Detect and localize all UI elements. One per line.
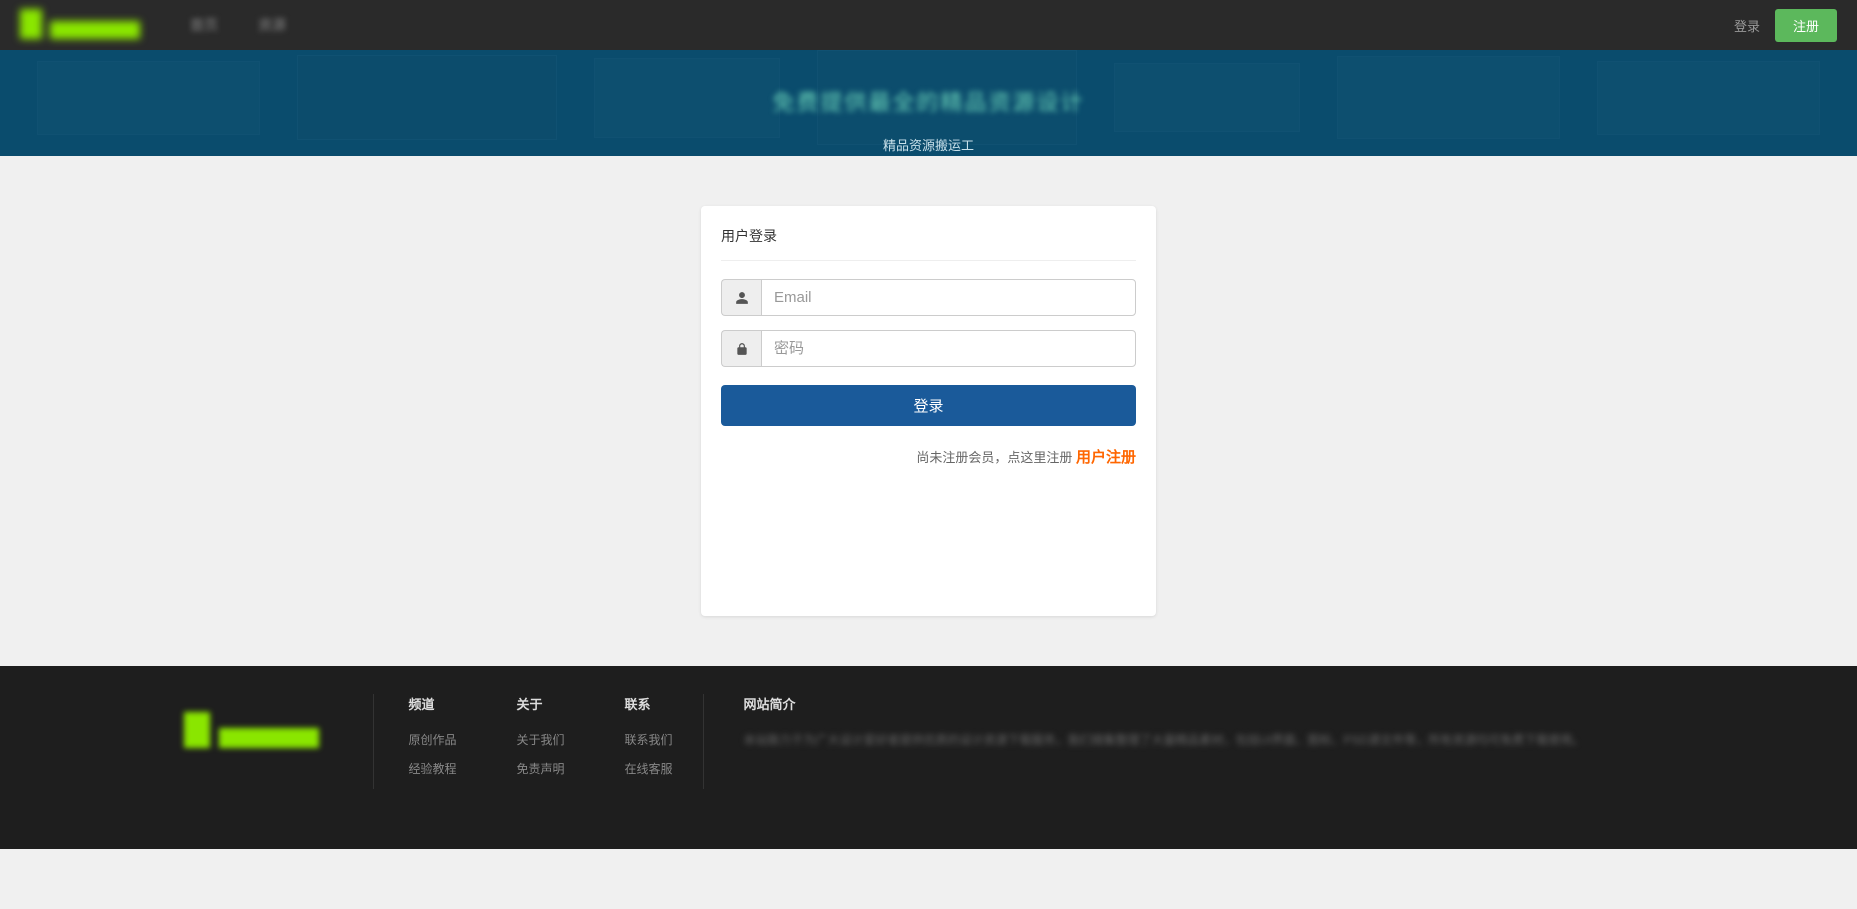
- register-line: 尚未注册会员，点这里注册 用户注册: [721, 446, 1136, 467]
- footer-link-aboutus[interactable]: 关于我们: [517, 731, 565, 748]
- lock-icon: [721, 330, 761, 367]
- footer-col-channel: 频道 原创作品 经验教程: [409, 694, 457, 789]
- password-input-group: [721, 330, 1136, 367]
- footer: 频道 原创作品 经验教程 关于 关于我们 免责声明 联系 联系我们 在线客服 网…: [0, 666, 1857, 849]
- footer-about-text: 本站致力于为广大设计爱好者提供优质的设计资源下载服务，我们搜集整理了大量精品素材…: [744, 729, 1674, 752]
- hero-content: 免费提供最全的精品资源设计 精品资源搬运工: [0, 50, 1857, 154]
- footer-cols: 频道 原创作品 经验教程 关于 关于我们 免责声明 联系 联系我们 在线客服: [374, 694, 673, 789]
- main-content: 用户登录 登录 尚未注册会员，点这里注册 用户注册: [0, 156, 1857, 666]
- login-link[interactable]: 登录: [1734, 16, 1760, 35]
- register-prefix: 尚未注册会员，点这里注册: [916, 450, 1076, 465]
- footer-link-contactus[interactable]: 联系我们: [625, 731, 673, 748]
- hero-subtitle: 精品资源搬运工: [0, 135, 1857, 154]
- header-right: 登录 注册: [1734, 9, 1837, 42]
- footer-col-about: 关于 关于我们 免责声明: [517, 694, 565, 789]
- hero-banner: 免费提供最全的精品资源设计 精品资源搬运工: [0, 50, 1857, 156]
- footer-col-title-about: 关于: [517, 694, 565, 713]
- password-field[interactable]: [761, 330, 1136, 367]
- login-panel: 用户登录 登录 尚未注册会员，点这里注册 用户注册: [701, 206, 1156, 616]
- header: 首页 资源 登录 注册: [0, 0, 1857, 50]
- nav-item-home[interactable]: 首页: [190, 15, 218, 35]
- nav-item-resources[interactable]: 资源: [258, 15, 286, 35]
- footer-link-support[interactable]: 在线客服: [625, 760, 673, 777]
- register-link[interactable]: 用户注册: [1076, 449, 1136, 466]
- user-icon: [721, 279, 761, 316]
- site-logo[interactable]: [20, 5, 160, 45]
- footer-about-title: 网站简介: [744, 694, 1674, 713]
- header-nav: 首页 资源: [190, 15, 1734, 35]
- email-field[interactable]: [761, 279, 1136, 316]
- footer-col-title-contact: 联系: [625, 694, 673, 713]
- footer-link-disclaimer[interactable]: 免责声明: [517, 760, 565, 777]
- login-submit-button[interactable]: 登录: [721, 385, 1136, 426]
- login-panel-title: 用户登录: [721, 226, 1136, 261]
- footer-logo[interactable]: [184, 712, 334, 762]
- footer-link-tutorial[interactable]: 经验教程: [409, 760, 457, 777]
- footer-logo-col: [184, 694, 374, 789]
- footer-col-contact: 联系 联系我们 在线客服: [625, 694, 673, 789]
- email-input-group: [721, 279, 1136, 316]
- hero-title: 免费提供最全的精品资源设计: [0, 85, 1857, 117]
- footer-inner: 频道 原创作品 经验教程 关于 关于我们 免责声明 联系 联系我们 在线客服 网…: [164, 694, 1694, 789]
- register-button[interactable]: 注册: [1775, 9, 1837, 42]
- footer-about-col: 网站简介 本站致力于为广大设计爱好者提供优质的设计资源下载服务，我们搜集整理了大…: [703, 694, 1674, 789]
- footer-col-title-channel: 频道: [409, 694, 457, 713]
- footer-link-original[interactable]: 原创作品: [409, 731, 457, 748]
